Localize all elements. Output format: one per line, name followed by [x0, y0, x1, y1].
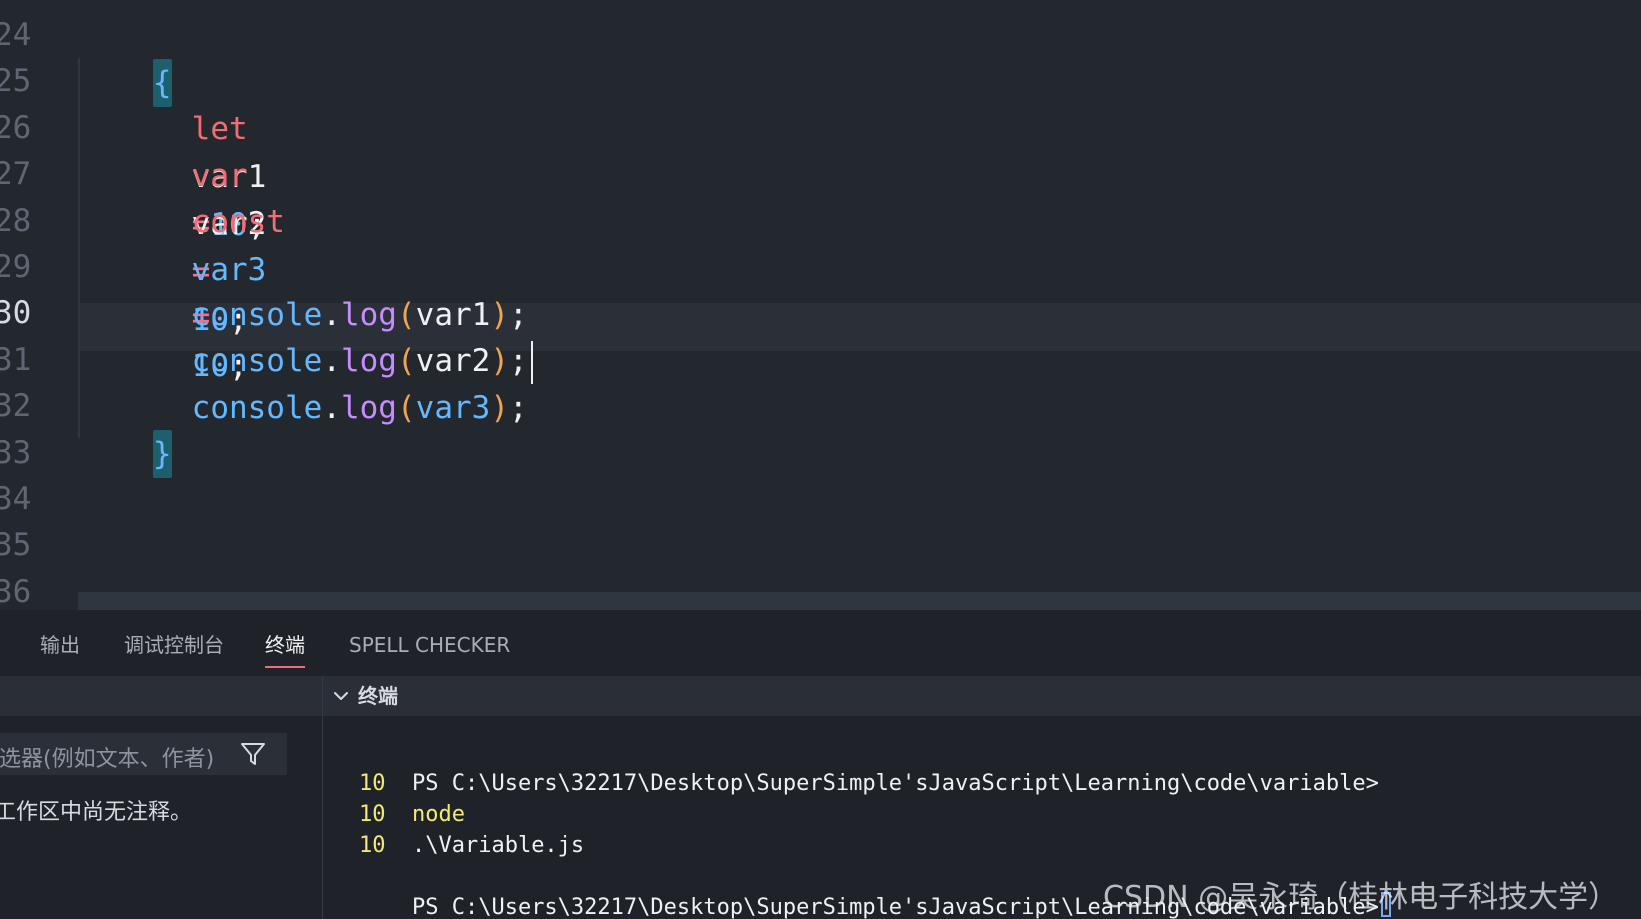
filter-icon[interactable]: [238, 739, 268, 769]
code-line-open-brace[interactable]: {: [78, 11, 172, 107]
watermark: CSDN @吴永琦（桂林电子科技大学）: [1103, 880, 1619, 915]
code-line-close-brace[interactable]: }: [78, 382, 172, 478]
code-line-const[interactable]: const var3 = 10;: [117, 150, 285, 384]
open-paren: (: [396, 390, 416, 426]
code-editor[interactable]: 24 25 26 27 28 29 30 31 32 33 34 35 36 {…: [0, 0, 1641, 610]
line-number-25: 25: [0, 63, 32, 99]
text-cursor: [530, 341, 533, 384]
terminal-command-line: PS C:\Users\32217\Desktop\SuperSimple'sJ…: [359, 737, 1379, 858]
close-paren: ): [490, 390, 509, 426]
empty-comments-message: 工作区中尚无注释。: [0, 800, 193, 825]
code-line-console-log-var2[interactable]: console.log(var2);: [117, 289, 533, 384]
comments-filter-input[interactable]: 选器(例如文本、作者): [0, 733, 287, 775]
close-brace: }: [152, 430, 172, 478]
line-number-24: 24: [0, 17, 32, 53]
log-method: log: [340, 390, 397, 426]
line-number-29: 29: [0, 249, 32, 285]
terminal-title: 终端: [358, 684, 398, 708]
log-argument-var3: var3: [415, 390, 491, 426]
chevron-down-icon[interactable]: [331, 686, 351, 706]
line-number-36: 36: [0, 574, 32, 610]
tab-debug-console[interactable]: 调试控制台: [124, 628, 224, 662]
terminal-output-line-3: 10: [359, 833, 386, 858]
line-number-33: 33: [0, 435, 32, 471]
line-number-31: 31: [0, 342, 32, 378]
line-number-35: 35: [0, 527, 32, 563]
filter-placeholder: 选器(例如文本、作者): [0, 747, 215, 772]
line-number-28: 28: [0, 203, 32, 239]
active-line-number: 30: [0, 295, 32, 331]
code-line-console-log-var1[interactable]: console.log(var1);: [117, 243, 528, 333]
terminal-output-line-2: 10: [359, 802, 386, 827]
member-dot: .: [322, 390, 341, 426]
code-line-let[interactable]: let var1 =10;: [117, 57, 267, 243]
terminal-command: node: [411, 802, 465, 827]
bottom-panel-tabs: 输出 调试控制台 终端 SPELL CHECKER: [0, 610, 1641, 676]
editor-horizontal-scrollbar[interactable]: [78, 592, 1641, 610]
keyword-const: const: [191, 204, 285, 240]
terminal-argument: .\Variable.js: [411, 833, 585, 858]
line-number-27: 27: [0, 156, 32, 192]
code-line-console-log-var3[interactable]: console.log(var3);: [117, 336, 528, 426]
tab-spell-checker[interactable]: SPELL CHECKER: [349, 628, 510, 662]
comments-pane: 选器(例如文本、作者) 工作区中尚无注释。: [0, 676, 323, 919]
tab-output[interactable]: 输出: [40, 628, 80, 662]
code-line-var[interactable]: var var2 = 10;: [117, 104, 267, 338]
terminal-output-line-1: 10: [359, 771, 386, 796]
line-number-26: 26: [0, 110, 32, 146]
tab-terminal[interactable]: 终端: [265, 628, 305, 668]
console-object: console: [191, 390, 323, 426]
comments-header: [0, 676, 322, 716]
line-number-34: 34: [0, 481, 32, 517]
terminal-prompt: PS C:\Users\32217\Desktop\SuperSimple'sJ…: [411, 771, 1379, 796]
terminal-section-header[interactable]: 终端: [323, 676, 1641, 716]
line-number-32: 32: [0, 388, 32, 424]
semicolon: ;: [508, 390, 528, 426]
